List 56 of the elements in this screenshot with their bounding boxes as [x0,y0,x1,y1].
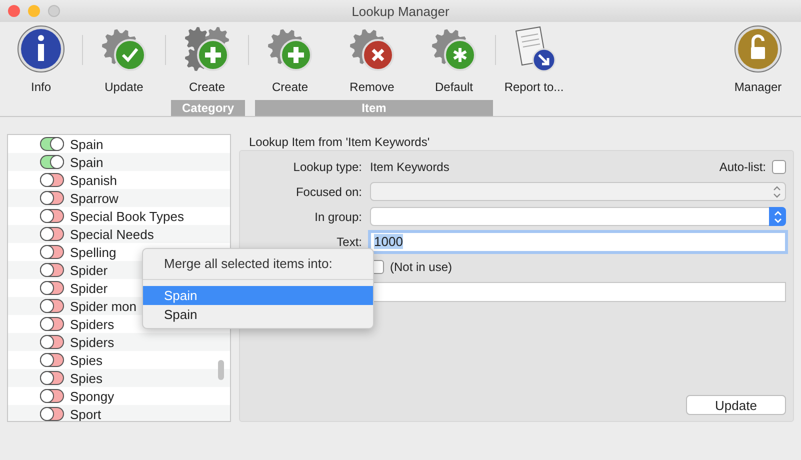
text-field[interactable]: 1000 [370,232,786,252]
toggle-switch[interactable] [40,245,64,259]
toolbar-button[interactable]: Default [413,25,495,94]
scrollbar-thumb[interactable] [218,360,224,380]
list-row[interactable]: Special Book Types [8,207,230,225]
toggle-switch[interactable] [40,317,64,331]
toggle-switch[interactable] [40,155,64,169]
list-row[interactable]: Spongy [8,387,230,405]
toggle-switch[interactable] [40,227,64,241]
list-row[interactable]: Spies [8,369,230,387]
toggle-switch[interactable] [40,407,64,421]
list-row[interactable]: Spies [8,351,230,369]
field-label: Focused on: [294,184,363,198]
list-row[interactable]: Spiders [8,333,230,351]
list-row[interactable]: Spain [8,135,230,153]
toolbar-button[interactable]: Manager [717,25,799,94]
toolbar-button[interactable]: Create [249,25,331,94]
toolbar-button[interactable]: Update [83,25,165,94]
gears-plus-icon [183,25,231,73]
group-label: Category [171,100,245,116]
list-row[interactable]: Spain [8,153,230,171]
toolbar-button[interactable]: Report to... [496,25,572,94]
updown-icon [772,184,782,198]
field-label: Text: [336,234,363,248]
field-label: Auto-list: [719,160,766,174]
toggle-switch[interactable] [40,191,64,205]
panel-title: Lookup Item from 'Item Keywords' [248,134,431,150]
toolbar-button[interactable]: Remove [331,25,413,94]
list-row[interactable]: Sparrow [8,189,230,207]
toggle-switch[interactable] [40,371,64,385]
info-icon [17,25,65,73]
toggle-switch[interactable] [40,335,64,349]
in-group-dropdown[interactable] [370,207,786,226]
group-label: Item [255,100,493,116]
update-button[interactable]: Update [686,395,786,415]
padlock-icon [734,25,782,73]
toggle-switch[interactable] [40,281,64,295]
field-label: In group: [314,210,363,224]
toggle-switch[interactable] [40,299,64,313]
toolbar-button[interactable]: Create [166,25,248,94]
list-row[interactable]: Sport [8,405,230,421]
toggle-switch[interactable] [40,137,64,151]
list-row[interactable]: Special Needs [8,225,230,243]
toggle-switch[interactable] [40,389,64,403]
toggle-switch[interactable] [40,263,64,277]
toolbar-button[interactable]: Info [0,25,82,94]
updown-icon [772,210,782,224]
toggle-switch[interactable] [40,209,64,223]
list-row[interactable]: Spanish [8,171,230,189]
lookup-type-value: Item Keywords [370,160,450,174]
field-label: Lookup type: [292,160,363,174]
checkbox-label: (Not in use) [390,260,452,274]
toggle-switch[interactable] [40,353,64,367]
checkbox[interactable] [772,160,786,174]
window-title: Lookup Manager [352,4,450,18]
toggle-switch[interactable] [40,173,64,187]
